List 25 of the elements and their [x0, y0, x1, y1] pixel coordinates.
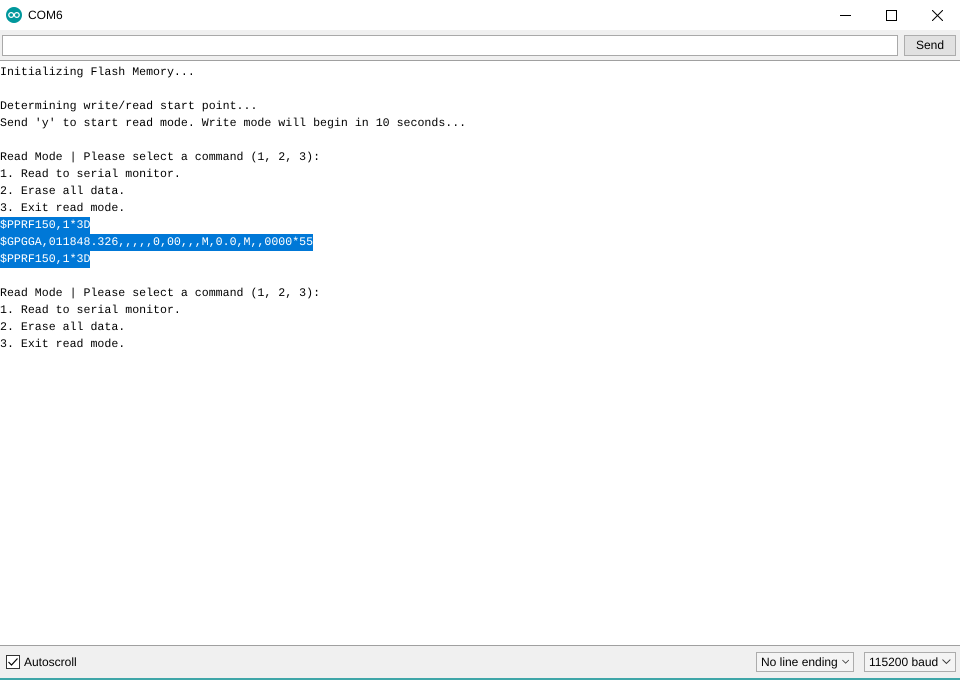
- autoscroll-label: Autoscroll: [24, 655, 77, 669]
- maximize-icon: [886, 10, 896, 20]
- caret-icon: [842, 659, 849, 665]
- output-line: Read Mode | Please select a command (1, 2, 3):: [0, 150, 320, 166]
- minimize-icon: [840, 14, 850, 16]
- output-line: 1. Read to serial monitor.: [0, 303, 181, 319]
- autoscroll-checkbox[interactable]: [6, 655, 20, 669]
- output-line: Initializing Flash Memory...: [0, 65, 195, 81]
- output-line: 2. Erase all data.: [0, 320, 126, 336]
- output-line: 2. Erase all data.: [0, 184, 126, 200]
- output-line: Send 'y' to start read mode. Write mode will begin in 10 seconds...: [0, 116, 466, 132]
- baud-rate-dropdown[interactable]: 115200 baud: [864, 652, 956, 672]
- output-line: 3. Exit read mode.: [0, 201, 126, 217]
- output-line: 3. Exit read mode.: [0, 337, 126, 353]
- output-line: Read Mode | Please select a command (1, 2, 3):: [0, 286, 320, 302]
- check-icon: [8, 658, 18, 666]
- send-button[interactable]: Send: [904, 34, 956, 56]
- close-icon: [932, 10, 942, 20]
- window-title: COM6: [28, 8, 64, 22]
- line-ending-dropdown[interactable]: No line ending: [756, 652, 854, 672]
- input-field[interactable]: [2, 34, 898, 56]
- output-line: Determining write/read start point...: [0, 99, 258, 115]
- output-line: 1. Read to serial monitor.: [0, 167, 181, 183]
- app-logo-icon: [6, 7, 22, 23]
- caret-icon: [942, 659, 951, 665]
